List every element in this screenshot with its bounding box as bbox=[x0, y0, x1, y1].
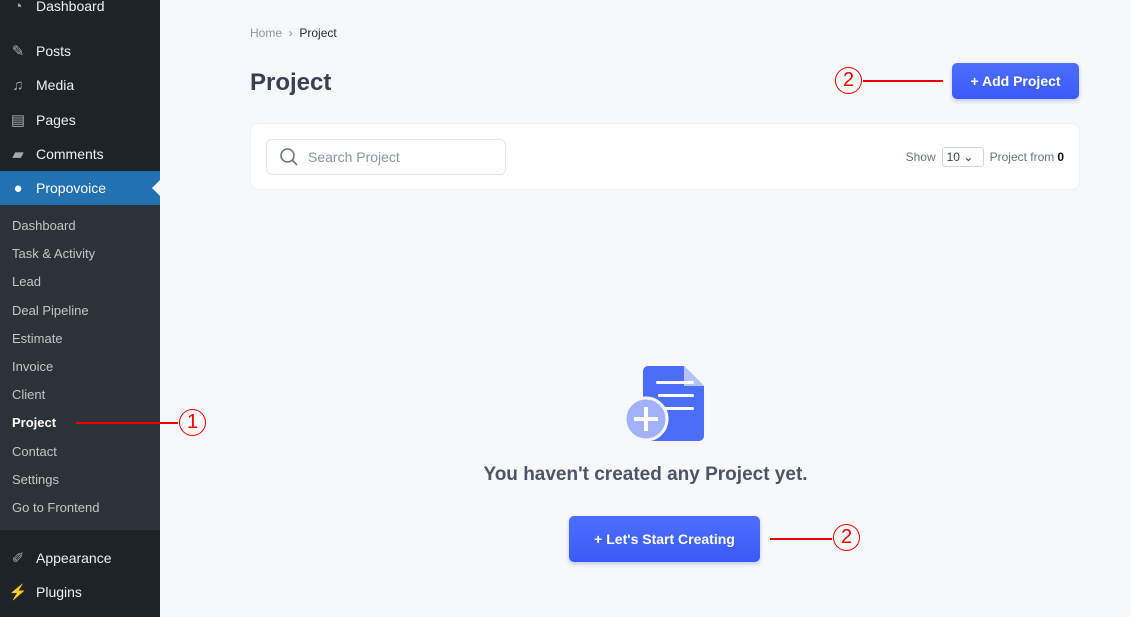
comment-icon: ▰ bbox=[12, 146, 24, 163]
menu-plugins[interactable]: ⚡ Plugins bbox=[0, 575, 160, 609]
plug-icon: ⚡ bbox=[8, 584, 28, 601]
page-size-select[interactable]: 10 ⌄ bbox=[941, 147, 984, 167]
breadcrumb-home[interactable]: Home bbox=[250, 26, 282, 40]
admin-sidebar: ◔ Dashboard ✎ Posts ♫ Media ▤ Pages ▰ Comment… bbox=[0, 0, 160, 617]
menu-pages[interactable]: ▤ Pages bbox=[0, 103, 160, 137]
chevron-down-icon: ⌄ bbox=[963, 150, 974, 164]
add-project-button[interactable]: + Add Project bbox=[952, 63, 1079, 99]
submenu-estimate[interactable]: Estimate bbox=[0, 325, 160, 353]
menu-appearance[interactable]: ✐ Appearance bbox=[0, 541, 160, 575]
dashboard-icon: ◔ bbox=[13, 0, 23, 15]
submenu-go-to-frontend[interactable]: Go to Frontend bbox=[0, 494, 160, 522]
annotation-marker: 2 bbox=[835, 67, 862, 94]
breadcrumb: Home › Project bbox=[250, 26, 337, 40]
filter-bar: Search Project Show 10 ⌄ Project from 0 bbox=[250, 123, 1080, 190]
start-creating-button[interactable]: + Let's Start Creating bbox=[569, 516, 760, 562]
page-title: Project bbox=[250, 69, 332, 96]
submenu-client[interactable]: Client bbox=[0, 381, 160, 409]
search-input[interactable]: Search Project bbox=[266, 139, 506, 175]
annotation-arrow bbox=[863, 80, 943, 82]
search-icon bbox=[280, 148, 298, 166]
menu-media[interactable]: ♫ Media bbox=[0, 68, 160, 102]
menu-posts[interactable]: ✎ Posts bbox=[0, 34, 160, 68]
breadcrumb-current: Project bbox=[299, 26, 337, 40]
submenu-task-activity[interactable]: Task & Activity bbox=[0, 240, 160, 268]
submenu-contact[interactable]: Contact bbox=[0, 438, 160, 466]
pagination-info: Show 10 ⌄ Project from 0 bbox=[906, 147, 1064, 167]
submenu-invoice[interactable]: Invoice bbox=[0, 353, 160, 381]
submenu-deal-pipeline[interactable]: Deal Pipeline bbox=[0, 297, 160, 325]
pages-icon: ▤ bbox=[10, 112, 26, 129]
annotation-marker: 2 bbox=[833, 524, 860, 551]
media-icon: ♫ bbox=[12, 76, 24, 94]
brush-icon: ✐ bbox=[11, 550, 25, 567]
pin-icon: ✎ bbox=[11, 43, 25, 60]
annotation-arrow bbox=[76, 422, 178, 424]
document-add-icon bbox=[624, 366, 704, 442]
empty-state-message: You haven't created any Project yet. bbox=[483, 464, 808, 485]
annotation-marker: 1 bbox=[179, 409, 206, 436]
annotation-arrow bbox=[770, 538, 832, 540]
menu-dashboard[interactable]: ◔ Dashboard bbox=[0, 0, 160, 23]
menu-comments[interactable]: ▰ Comments bbox=[0, 137, 160, 171]
submenu-lead[interactable]: Lead bbox=[0, 268, 160, 296]
users-icon: ● bbox=[13, 179, 23, 197]
submenu-dashboard[interactable]: Dashboard bbox=[0, 212, 160, 240]
menu-propovoice[interactable]: ● Propovoice bbox=[0, 171, 160, 205]
